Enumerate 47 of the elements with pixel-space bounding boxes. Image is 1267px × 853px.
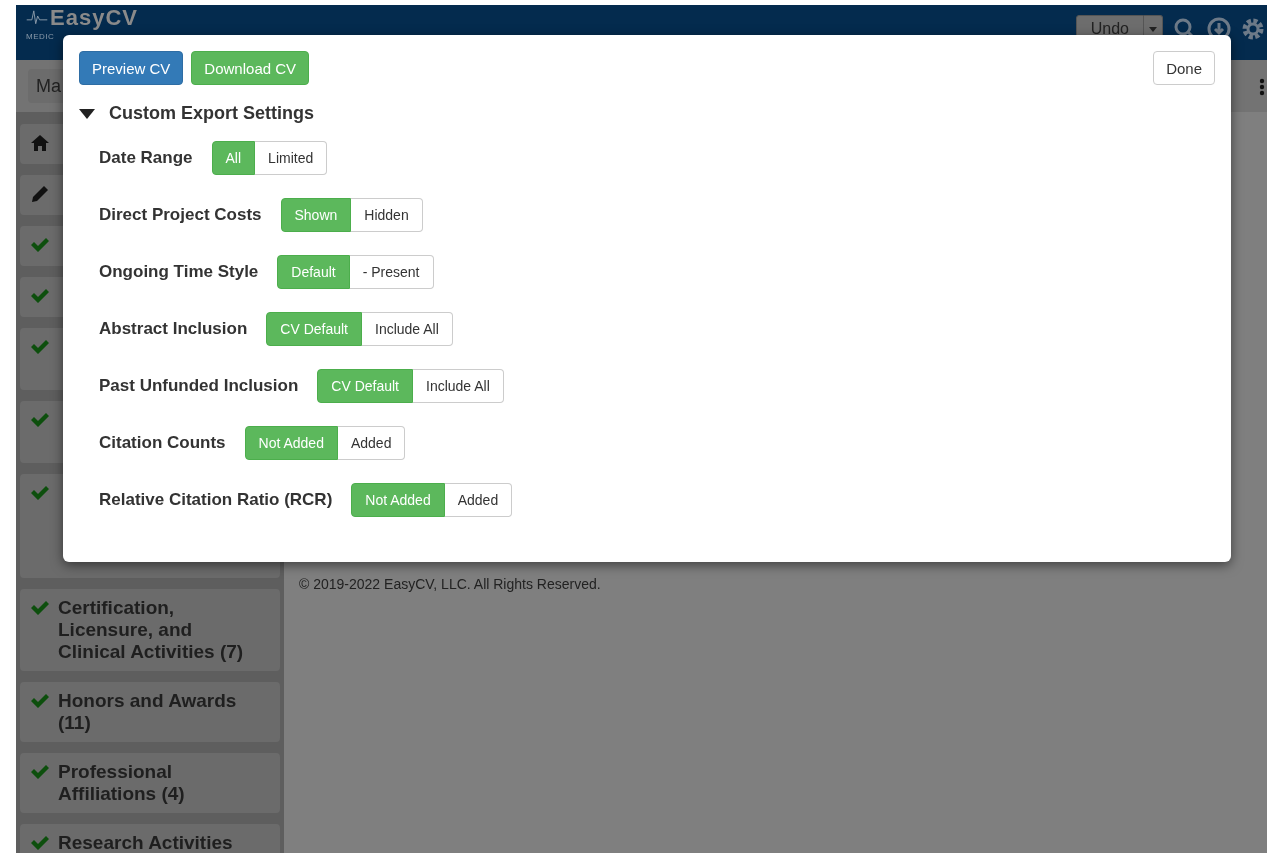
setting-label: Direct Project Costs — [99, 205, 262, 225]
setting-label: Abstract Inclusion — [99, 319, 248, 339]
home-icon — [30, 133, 50, 153]
sidebar-item[interactable]: Professional Affiliations (4) — [20, 753, 280, 813]
toggle-option[interactable]: CV Default — [266, 312, 362, 346]
toggle-option[interactable]: All — [211, 141, 256, 175]
setting-label: Date Range — [99, 148, 193, 168]
setting-label: Ongoing Time Style — [99, 262, 259, 282]
check-icon — [30, 762, 50, 782]
setting-label: Past Unfunded Inclusion — [99, 376, 299, 396]
toggle-option[interactable]: Shown — [280, 198, 352, 232]
setting-label: Citation Counts — [99, 433, 226, 453]
toggle-option[interactable]: - Present — [349, 255, 434, 289]
done-button[interactable]: Done — [1153, 51, 1215, 85]
toggle-option[interactable]: Limited — [255, 141, 328, 175]
caret-icon[interactable] — [1149, 26, 1157, 32]
toggle-option[interactable]: Default — [277, 255, 350, 289]
check-icon — [30, 833, 50, 853]
more-icon[interactable] — [1259, 78, 1265, 96]
toggle-option[interactable]: Not Added — [244, 426, 338, 460]
logo: EasyCV — [50, 7, 138, 29]
check-icon — [30, 598, 50, 618]
toggle-option[interactable]: Hidden — [351, 198, 423, 232]
setting-label: Relative Citation Ratio (RCR) — [99, 490, 333, 510]
check-icon — [30, 286, 50, 306]
toggle-option[interactable]: Added — [337, 426, 406, 460]
toggle-option[interactable]: Added — [444, 483, 513, 517]
check-icon — [30, 410, 50, 430]
logo-tagline: MEDIC — [26, 32, 55, 41]
toggle-option[interactable]: Not Added — [351, 483, 445, 517]
download-button[interactable]: Download CV — [191, 51, 310, 85]
toggle-option[interactable]: CV Default — [317, 369, 413, 403]
toggle-option[interactable]: Include All — [413, 369, 504, 403]
section-title[interactable]: Custom Export Settings — [109, 103, 314, 124]
caret-down-icon[interactable] — [79, 108, 95, 119]
check-icon — [30, 691, 50, 711]
sidebar-item[interactable]: Research Activities — [20, 824, 280, 853]
copyright-text: © 2019-2022 EasyCV, LLC. All Rights Reserved. — [299, 576, 602, 592]
check-icon — [30, 483, 50, 503]
check-icon — [30, 337, 50, 357]
check-icon — [30, 235, 50, 255]
pencil-icon — [30, 184, 50, 204]
settings-icon[interactable] — [1241, 17, 1265, 41]
preview-button[interactable]: Preview CV — [79, 51, 184, 85]
sidebar-item[interactable]: Certification, Licensure, and Clinical Activities (7) — [20, 589, 280, 671]
toggle-option[interactable]: Include All — [362, 312, 453, 346]
sidebar-item[interactable]: Honors and Awards (11) — [20, 682, 280, 742]
